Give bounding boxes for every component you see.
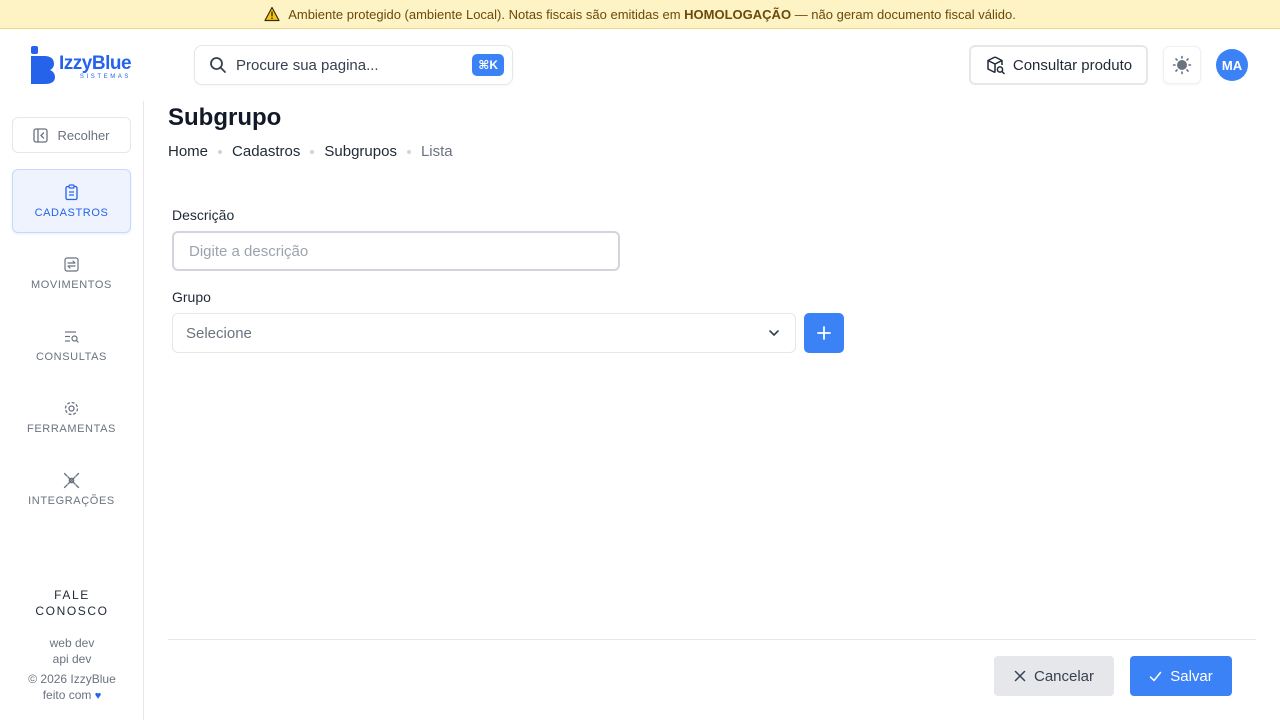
- search-icon: [210, 57, 226, 73]
- search-shortcut-badge: ⌘K: [472, 54, 504, 76]
- banner-text: Ambiente protegido (ambiente Local). Not…: [288, 6, 1016, 22]
- form-footer-divider: [168, 639, 1256, 640]
- warning-icon: [264, 6, 280, 22]
- check-icon: [1149, 671, 1162, 681]
- made-with-text: feito com ♥: [42, 688, 102, 702]
- sidebar-item-cadastros[interactable]: CADASTROS: [12, 169, 131, 233]
- search-placeholder: Procure sua pagina...: [236, 56, 379, 74]
- group-select[interactable]: Selecione: [172, 313, 796, 353]
- sidebar-item-consultas[interactable]: CONSULTAS: [12, 313, 131, 377]
- environment-banner: Ambiente protegido (ambiente Local). Not…: [0, 0, 1280, 29]
- brand-logo[interactable]: IzzyBlue SISTEMAS: [28, 44, 132, 84]
- sidebar-item-label: INTEGRAÇÕES: [28, 494, 115, 507]
- collapse-sidebar-button[interactable]: Recolher: [12, 117, 131, 153]
- collapse-label: Recolher: [57, 127, 110, 143]
- plus-icon: [817, 326, 831, 340]
- consult-product-label: Consultar produto: [1012, 56, 1133, 74]
- consult-product-button[interactable]: Consultar produto: [969, 45, 1148, 85]
- sidebar-item-label: MOVIMENTOS: [31, 278, 112, 291]
- collapse-icon: [33, 127, 49, 143]
- close-icon: [1014, 670, 1026, 682]
- sidebar-item-label: FERRAMENTAS: [27, 422, 116, 435]
- api-env-label: api dev: [52, 652, 92, 666]
- sidebar-item-integracoes[interactable]: INTEGRAÇÕES: [12, 457, 131, 521]
- add-group-button[interactable]: [804, 313, 844, 353]
- save-label: Salvar: [1170, 667, 1213, 685]
- group-select-value: Selecione: [186, 324, 252, 342]
- main-content: Subgrupo Home Cadastros Subgrupos Lista …: [168, 101, 1256, 720]
- description-label: Descrição: [172, 207, 235, 223]
- banner-highlight: HOMOLOGAÇÃO: [684, 6, 792, 22]
- sidebar-item-label: CADASTROS: [34, 206, 109, 219]
- breadcrumb-subgrupos[interactable]: Subgrupos: [324, 143, 397, 160]
- breadcrumb-cadastros[interactable]: Cadastros: [232, 143, 300, 160]
- list-search-icon: [65, 330, 79, 343]
- cancel-button[interactable]: Cancelar: [994, 656, 1114, 696]
- cancel-label: Cancelar: [1033, 667, 1095, 685]
- top-header: IzzyBlue SISTEMAS Procure sua pagina... …: [0, 29, 1280, 101]
- theme-toggle-button[interactable]: [1163, 46, 1201, 84]
- contact-link[interactable]: FALE CONOSCO: [0, 587, 144, 619]
- heart-icon: ♥: [94, 690, 102, 702]
- save-button[interactable]: Salvar: [1130, 656, 1232, 696]
- sidebar: Recolher CADASTROS MOVIMENTOS CONSULTAS …: [0, 101, 144, 720]
- transfer-icon: [64, 256, 79, 272]
- web-env-label: web dev: [49, 636, 95, 650]
- plug-icon: [63, 472, 80, 488]
- gear-icon: [64, 401, 79, 415]
- sun-icon: [1172, 55, 1192, 75]
- breadcrumb: Home Cadastros Subgrupos Lista: [168, 143, 453, 160]
- brand-subtitle: SISTEMAS: [79, 74, 132, 80]
- page-search[interactable]: Procure sua pagina... ⌘K: [194, 45, 513, 85]
- sidebar-item-label: CONSULTAS: [35, 350, 107, 363]
- description-input[interactable]: [172, 231, 620, 271]
- page-title: Subgrupo: [168, 104, 282, 131]
- brand-name: IzzyBlue: [59, 53, 132, 74]
- package-search-icon: [987, 56, 1005, 75]
- clipboard-icon: [65, 183, 78, 200]
- sidebar-item-ferramentas[interactable]: FERRAMENTAS: [12, 385, 131, 449]
- chevron-down-icon: [769, 330, 779, 336]
- user-avatar[interactable]: MA: [1216, 49, 1248, 81]
- breadcrumb-home[interactable]: Home: [168, 143, 208, 160]
- breadcrumb-separator: [218, 149, 223, 154]
- breadcrumb-current: Lista: [420, 143, 453, 160]
- breadcrumb-separator: [406, 149, 411, 154]
- copyright-text: © 2026 IzzyBlue: [28, 672, 116, 686]
- sidebar-item-movimentos[interactable]: MOVIMENTOS: [12, 241, 131, 305]
- breadcrumb-separator: [310, 149, 315, 154]
- group-label: Grupo: [172, 289, 211, 305]
- logo-icon: [31, 46, 55, 84]
- sidebar-footer: FALE CONOSCO web dev api dev © 2026 Izzy…: [0, 587, 144, 704]
